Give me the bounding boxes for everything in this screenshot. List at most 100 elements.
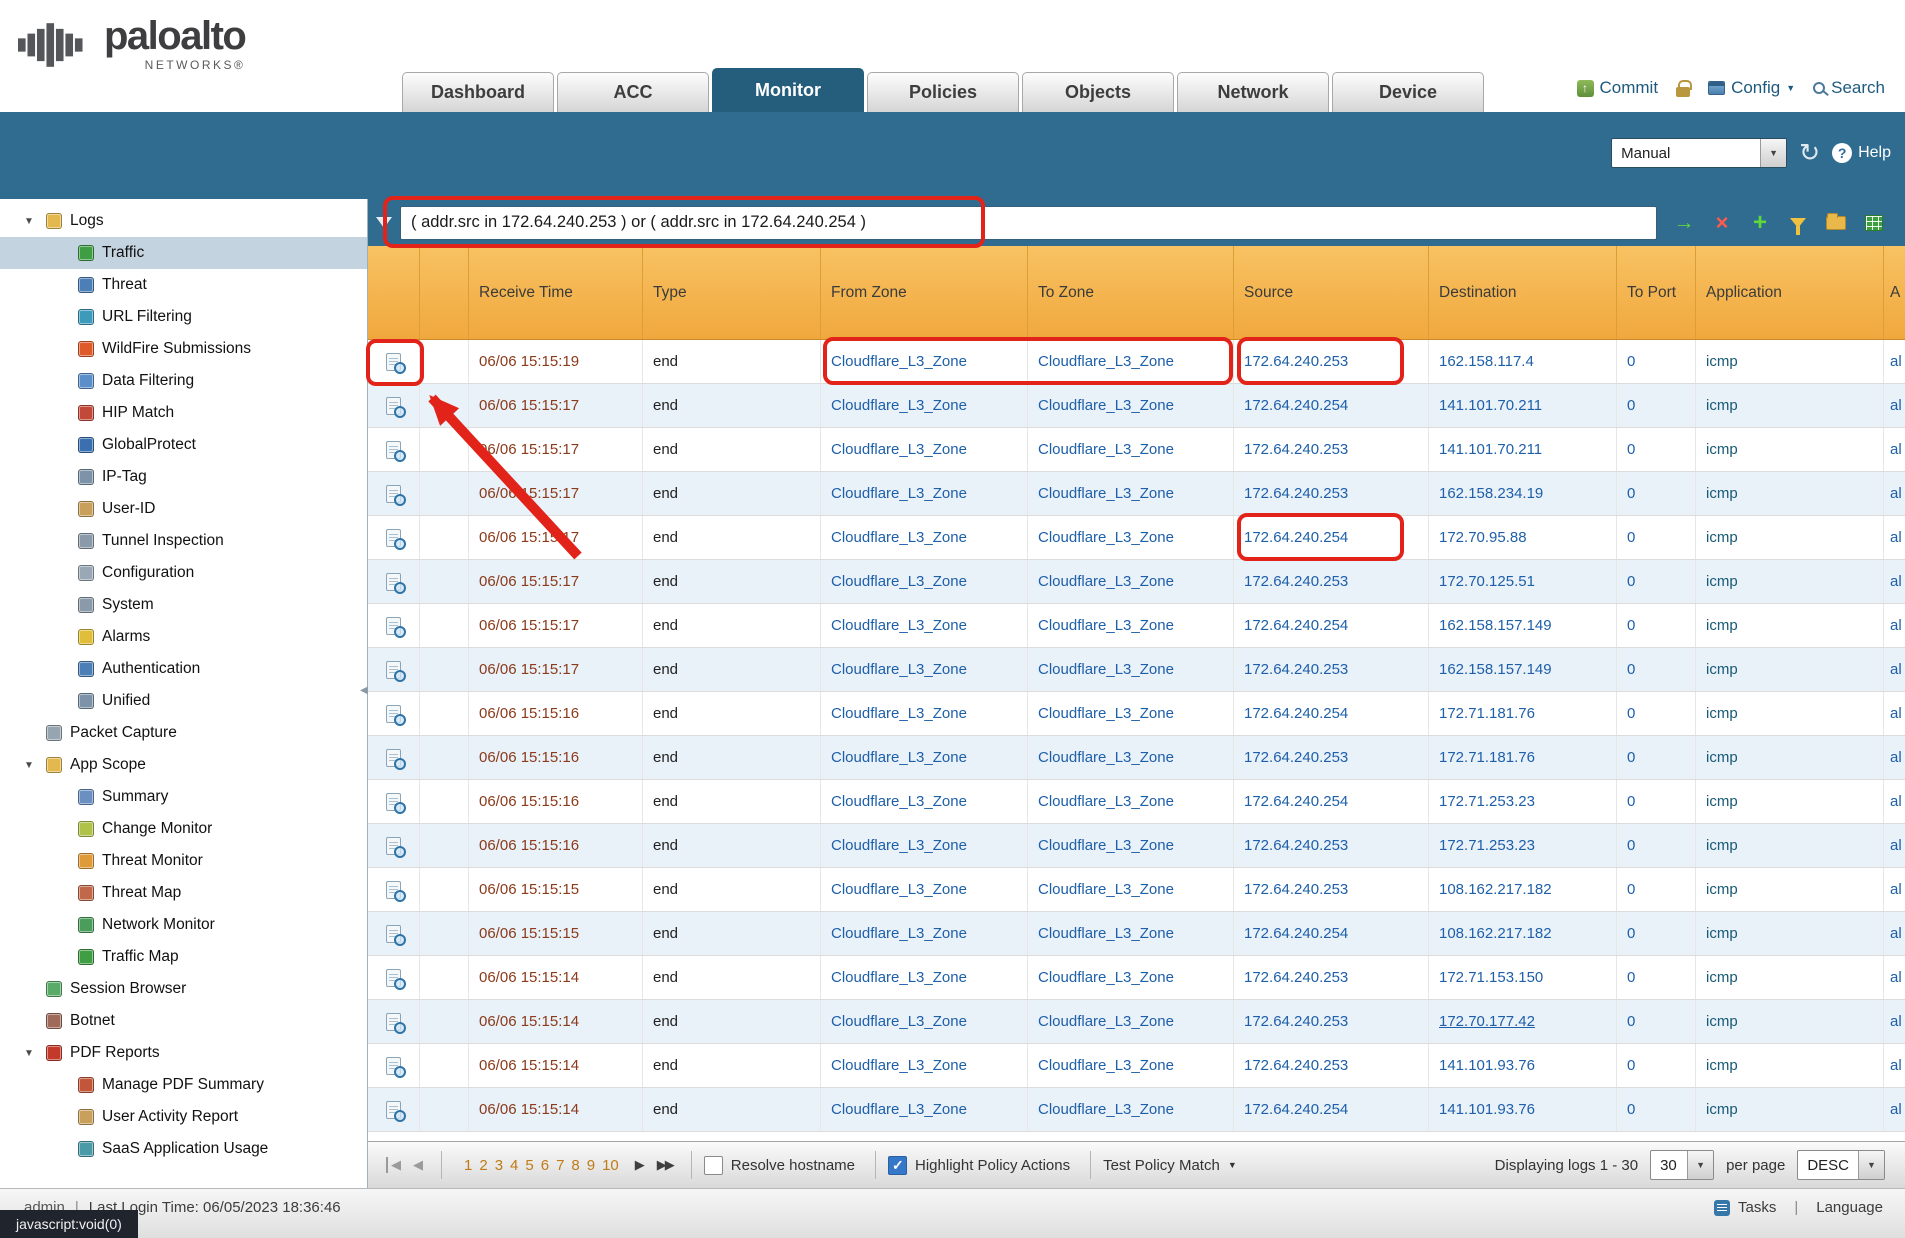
expander-icon[interactable]: ▼ xyxy=(24,760,46,771)
cell-action[interactable]: al xyxy=(1884,692,1905,735)
cell-from-zone[interactable]: Cloudflare_L3_Zone xyxy=(821,340,1028,383)
cell-source[interactable]: 172.64.240.253 xyxy=(1234,428,1429,471)
cell-from-zone[interactable]: Cloudflare_L3_Zone xyxy=(821,384,1028,427)
cell-to-port[interactable]: 0 xyxy=(1617,472,1696,515)
log-detail-icon[interactable] xyxy=(386,705,401,723)
sidebar-item-traffic[interactable]: Traffic xyxy=(0,237,367,269)
page-5[interactable]: 5 xyxy=(525,1157,533,1174)
cell-action[interactable]: al xyxy=(1884,780,1905,823)
cell-to-zone[interactable]: Cloudflare_L3_Zone xyxy=(1028,780,1234,823)
log-detail-icon[interactable] xyxy=(386,485,401,503)
expander-icon[interactable]: ▼ xyxy=(24,216,46,227)
cell-application[interactable]: icmp xyxy=(1696,604,1884,647)
first-page-button[interactable]: ◀ xyxy=(386,1157,401,1173)
sidebar-item-saas-application-usage[interactable]: SaaS Application Usage xyxy=(0,1133,367,1165)
cell-to-port[interactable]: 0 xyxy=(1617,780,1696,823)
commit-button[interactable]: ↑ Commit xyxy=(1577,78,1659,98)
cell-application[interactable]: icmp xyxy=(1696,428,1884,471)
log-detail-icon[interactable] xyxy=(386,397,401,415)
cell-to-port[interactable]: 0 xyxy=(1617,648,1696,691)
tab-policies[interactable]: Policies xyxy=(867,72,1019,112)
column-header-a[interactable]: A xyxy=(1884,246,1905,339)
cell-from-zone[interactable]: Cloudflare_L3_Zone xyxy=(821,824,1028,867)
column-header-receive-time[interactable]: Receive Time xyxy=(469,246,643,339)
tab-device[interactable]: Device xyxy=(1332,72,1484,112)
cell-to-port[interactable]: 0 xyxy=(1617,868,1696,911)
cell-application[interactable]: icmp xyxy=(1696,692,1884,735)
cell-application[interactable]: icmp xyxy=(1696,868,1884,911)
log-detail-icon[interactable] xyxy=(386,881,401,899)
add-filter-icon[interactable]: + xyxy=(1747,210,1773,236)
cell-from-zone[interactable]: Cloudflare_L3_Zone xyxy=(821,648,1028,691)
cell-to-zone[interactable]: Cloudflare_L3_Zone xyxy=(1028,472,1234,515)
page-3[interactable]: 3 xyxy=(495,1157,503,1174)
page-10[interactable]: 10 xyxy=(602,1157,619,1174)
cell-application[interactable]: icmp xyxy=(1696,736,1884,779)
tab-objects[interactable]: Objects xyxy=(1022,72,1174,112)
cell-to-zone[interactable]: Cloudflare_L3_Zone xyxy=(1028,912,1234,955)
sidebar-item-ip-tag[interactable]: IP-Tag xyxy=(0,461,367,493)
column-header-to-zone[interactable]: To Zone xyxy=(1028,246,1234,339)
cell-to-zone[interactable]: Cloudflare_L3_Zone xyxy=(1028,824,1234,867)
log-detail-icon[interactable] xyxy=(386,793,401,811)
cell-to-port[interactable]: 0 xyxy=(1617,824,1696,867)
cell-source[interactable]: 172.64.240.253 xyxy=(1234,560,1429,603)
cell-application[interactable]: icmp xyxy=(1696,560,1884,603)
lock-icon[interactable] xyxy=(1676,87,1690,97)
log-detail-icon[interactable] xyxy=(386,573,401,591)
cell-action[interactable]: al xyxy=(1884,560,1905,603)
cell-from-zone[interactable]: Cloudflare_L3_Zone xyxy=(821,736,1028,779)
sidebar-item-session-browser[interactable]: Session Browser xyxy=(0,973,367,1005)
page-8[interactable]: 8 xyxy=(571,1157,579,1174)
column-header-type[interactable]: Type xyxy=(643,246,821,339)
cell-application[interactable]: icmp xyxy=(1696,1088,1884,1131)
cell-application[interactable]: icmp xyxy=(1696,1000,1884,1043)
cell-application[interactable]: icmp xyxy=(1696,780,1884,823)
tasks-button[interactable]: Tasks xyxy=(1738,1199,1776,1216)
tab-network[interactable]: Network xyxy=(1177,72,1329,112)
prev-page-button[interactable]: ◀ xyxy=(413,1157,423,1173)
cell-application[interactable]: icmp xyxy=(1696,340,1884,383)
log-detail-icon[interactable] xyxy=(386,529,401,547)
log-detail-icon[interactable] xyxy=(386,441,401,459)
sidebar-item-user-id[interactable]: User-ID xyxy=(0,493,367,525)
sidebar-item-packet-capture[interactable]: Packet Capture xyxy=(0,717,367,749)
sidebar-item-app-scope[interactable]: ▼App Scope xyxy=(0,749,367,781)
cell-to-zone[interactable]: Cloudflare_L3_Zone xyxy=(1028,384,1234,427)
cell-application[interactable]: icmp xyxy=(1696,824,1884,867)
cell-action[interactable]: al xyxy=(1884,384,1905,427)
cell-from-zone[interactable]: Cloudflare_L3_Zone xyxy=(821,692,1028,735)
cell-to-port[interactable]: 0 xyxy=(1617,736,1696,779)
cell-action[interactable]: al xyxy=(1884,428,1905,471)
cell-action[interactable]: al xyxy=(1884,1000,1905,1043)
cell-from-zone[interactable]: Cloudflare_L3_Zone xyxy=(821,1088,1028,1131)
sidebar-item-threat-map[interactable]: Threat Map xyxy=(0,877,367,909)
load-filter-icon[interactable] xyxy=(1823,210,1849,236)
sidebar-item-globalprotect[interactable]: GlobalProtect xyxy=(0,429,367,461)
sidebar-item-tunnel-inspection[interactable]: Tunnel Inspection xyxy=(0,525,367,557)
filter-input[interactable] xyxy=(400,206,1657,240)
page-1[interactable]: 1 xyxy=(464,1157,472,1174)
cell-application[interactable]: icmp xyxy=(1696,956,1884,999)
cell-to-port[interactable]: 0 xyxy=(1617,692,1696,735)
sidebar-item-botnet[interactable]: Botnet xyxy=(0,1005,367,1037)
cell-destination[interactable]: 172.70.95.88 xyxy=(1429,516,1617,559)
cell-source[interactable]: 172.64.240.253 xyxy=(1234,472,1429,515)
cell-action[interactable]: al xyxy=(1884,516,1905,559)
column-header-from-zone[interactable]: From Zone xyxy=(821,246,1028,339)
tab-monitor[interactable]: Monitor xyxy=(712,68,864,112)
cell-action[interactable]: al xyxy=(1884,956,1905,999)
log-detail-icon[interactable] xyxy=(386,661,401,679)
page-9[interactable]: 9 xyxy=(587,1157,595,1174)
cell-destination[interactable]: 162.158.234.19 xyxy=(1429,472,1617,515)
cell-to-zone[interactable]: Cloudflare_L3_Zone xyxy=(1028,692,1234,735)
cell-destination[interactable]: 172.71.181.76 xyxy=(1429,692,1617,735)
cell-application[interactable]: icmp xyxy=(1696,516,1884,559)
cell-source[interactable]: 172.64.240.254 xyxy=(1234,1088,1429,1131)
cell-destination[interactable]: 172.71.181.76 xyxy=(1429,736,1617,779)
sidebar-item-threat[interactable]: Threat xyxy=(0,269,367,301)
cell-destination[interactable]: 108.162.217.182 xyxy=(1429,868,1617,911)
cell-from-zone[interactable]: Cloudflare_L3_Zone xyxy=(821,1000,1028,1043)
cell-to-zone[interactable]: Cloudflare_L3_Zone xyxy=(1028,1044,1234,1087)
cell-source[interactable]: 172.64.240.254 xyxy=(1234,912,1429,955)
